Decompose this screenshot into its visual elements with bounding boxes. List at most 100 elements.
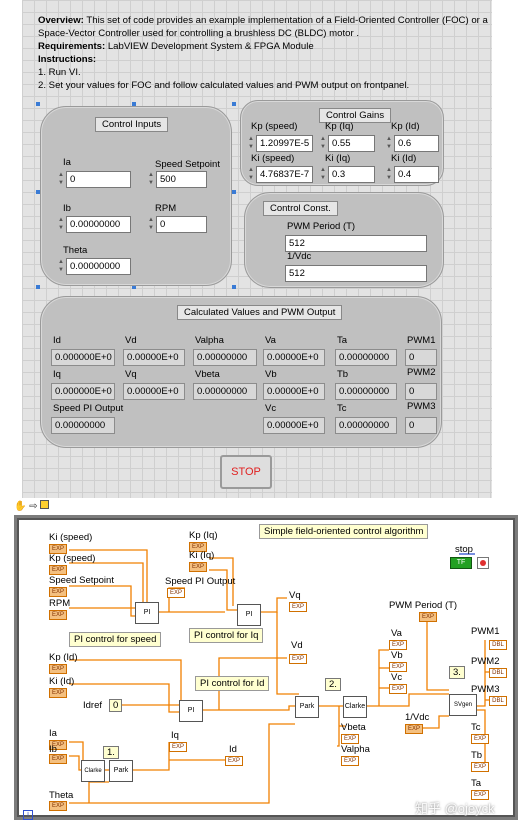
idref-constant[interactable]: 0 — [109, 699, 123, 712]
increment-decrement-icon[interactable]: ▲ ▼ — [319, 135, 327, 152]
increment-decrement-icon[interactable]: ▲ ▼ — [385, 135, 393, 152]
run-icon[interactable] — [40, 500, 50, 509]
ki-iq-control[interactable]: ▲ ▼ 0.3 — [319, 166, 375, 183]
selection-handle — [36, 102, 40, 106]
stop-button[interactable]: STOP — [220, 455, 272, 489]
kp-iq-label: Kp (Iq) — [325, 121, 354, 132]
vb-terminal-label: Vb — [391, 650, 403, 661]
tc-label: Tc — [337, 403, 347, 414]
vdc-label: 1/Vdc — [287, 251, 312, 262]
ki-id-control[interactable]: ▲ ▼ 0.4 — [385, 166, 439, 183]
vdc-field[interactable]: 512 — [285, 265, 427, 282]
tc-terminal-label: Tc — [471, 722, 481, 733]
arrow-icon[interactable]: ⇨ — [29, 501, 37, 512]
selection-handle — [36, 285, 40, 289]
pwm3-terminal: DBL — [489, 696, 507, 706]
vb-indicator: 0.00000E+0 — [263, 383, 325, 400]
hand-tool-icon[interactable]: ✋ — [14, 501, 26, 512]
vq-label: Vq — [125, 369, 137, 380]
inverse-clarke-block[interactable]: Clarke — [343, 696, 367, 718]
step-1-label: 1. — [103, 746, 119, 759]
speed-setpoint-control[interactable]: ▲ ▼ 500 — [147, 171, 207, 188]
vc-terminal-label: Vc — [391, 672, 403, 683]
tb-terminal-label: Tb — [471, 750, 483, 761]
pwm3-terminal-label: PWM3 — [471, 684, 500, 695]
pwm3-indicator: 0 — [405, 417, 437, 434]
increment-decrement-icon[interactable]: ▲ ▼ — [247, 166, 255, 183]
iq-terminal-label: Iq — [171, 730, 179, 741]
tb-indicator: 0.00000000 — [335, 383, 397, 400]
rpm-label: RPM — [155, 203, 177, 214]
kp-iq-control[interactable]: ▲ ▼ 0.55 — [319, 135, 375, 152]
vbeta-indicator: 0.00000000 — [193, 383, 257, 400]
diagram-toolbar: ✋ ⇨ — [14, 500, 74, 514]
tb-terminal: EXP — [471, 762, 489, 772]
ki-id-terminal-label: Ki (Id) — [49, 676, 75, 687]
ib-control[interactable]: ▲ ▼ 0.00000000 — [57, 216, 131, 233]
tc-indicator: 0.00000000 — [335, 417, 397, 434]
id-terminal-label: Id — [229, 744, 237, 755]
cluster-title: Control Const. — [263, 201, 338, 216]
ki-iq-terminal-label: Ki (Iq) — [189, 550, 215, 561]
ta-label: Ta — [337, 335, 348, 346]
increment-decrement-icon[interactable]: ▲ ▼ — [57, 171, 65, 188]
iteration-icon: i — [23, 810, 33, 820]
va-label: Va — [265, 335, 276, 346]
increment-decrement-icon[interactable]: ▲ ▼ — [57, 258, 65, 275]
increment-decrement-icon[interactable]: ▲ ▼ — [319, 166, 327, 183]
id-label: Id — [53, 335, 61, 346]
pwm2-indicator: 0 — [405, 383, 437, 400]
increment-decrement-icon[interactable]: ▲ ▼ — [57, 216, 65, 233]
block-diagram: Simple field-oriented control algorithm … — [14, 515, 518, 820]
ki-id-label: Ki (Id) — [391, 153, 417, 164]
ib-label: Ib — [63, 203, 71, 214]
ki-iq-label: Ki (Iq) — [325, 153, 351, 164]
svgen-block[interactable]: SVgen — [449, 694, 477, 716]
theta-control[interactable]: ▲ ▼ 0.00000000 — [57, 258, 131, 275]
kp-speed-control[interactable]: ▲ ▼ 1.20997E-5 — [247, 135, 313, 152]
pwm2-label: PWM2 — [407, 367, 436, 378]
vd-terminal: EXP — [289, 654, 307, 664]
speed-pi-output-label: Speed PI Output — [53, 403, 124, 414]
vdc-terminal-label: 1/Vdc — [405, 712, 430, 723]
pi-speed-note: PI control for speed — [69, 632, 162, 647]
idref-label: Idref — [83, 700, 103, 711]
pi-speed-block[interactable]: PI — [135, 602, 159, 624]
kp-id-control[interactable]: ▲ ▼ 0.6 — [385, 135, 439, 152]
theta-label: Theta — [63, 245, 88, 256]
rpm-control[interactable]: ▲ ▼ 0 — [147, 216, 207, 233]
pwm3-label: PWM3 — [407, 401, 436, 412]
speed-pi-output-indicator: 0.00000000 — [51, 417, 115, 434]
ki-speed-terminal-label: Ki (speed) — [49, 532, 93, 543]
vq-terminal: EXP — [289, 602, 307, 612]
increment-decrement-icon[interactable]: ▲ ▼ — [385, 166, 393, 183]
increment-decrement-icon[interactable]: ▲ ▼ — [147, 171, 155, 188]
front-panel: Overview: This set of code provides an e… — [22, 0, 492, 498]
vbeta-label: Vbeta — [195, 369, 220, 380]
step-2-label: 2. — [325, 678, 341, 691]
vb-terminal: EXP — [389, 662, 407, 672]
iq-indicator: 0.000000E+0 — [51, 383, 115, 400]
clarke-block[interactable]: Clarke — [81, 760, 105, 782]
pwm-period-field[interactable]: 512 — [285, 235, 427, 252]
ki-iq-terminal: EXP — [189, 562, 207, 572]
selection-handle — [232, 285, 236, 289]
pi-iq-block[interactable]: PI — [237, 604, 261, 626]
speed-setpoint-label: Speed Setpoint — [155, 159, 220, 170]
speed-pi-output-terminal-label: Speed PI Output — [165, 576, 236, 587]
park-block[interactable]: Park — [109, 760, 133, 782]
kp-speed-label: Kp (speed) — [251, 121, 298, 132]
increment-decrement-icon[interactable]: ▲ ▼ — [147, 216, 155, 233]
vd-label: Vd — [125, 335, 137, 346]
kp-id-label: Kp (Id) — [391, 121, 420, 132]
ki-speed-control[interactable]: ▲ ▼ 4.76837E-7 — [247, 166, 313, 183]
control-const-cluster: Control Const. PWM Period (T) 512 1/Vdc … — [244, 192, 444, 288]
kp-speed-terminal: EXP — [49, 565, 67, 575]
ki-speed-label: Ki (speed) — [251, 153, 295, 164]
inverse-park-block[interactable]: Park — [295, 696, 319, 718]
increment-decrement-icon[interactable]: ▲ ▼ — [247, 135, 255, 152]
pi-id-block[interactable]: PI — [179, 700, 203, 722]
rpm-terminal-label: RPM — [49, 598, 71, 609]
pwm1-terminal: DBL — [489, 640, 507, 650]
ia-control[interactable]: ▲ ▼ 0 — [57, 171, 131, 188]
